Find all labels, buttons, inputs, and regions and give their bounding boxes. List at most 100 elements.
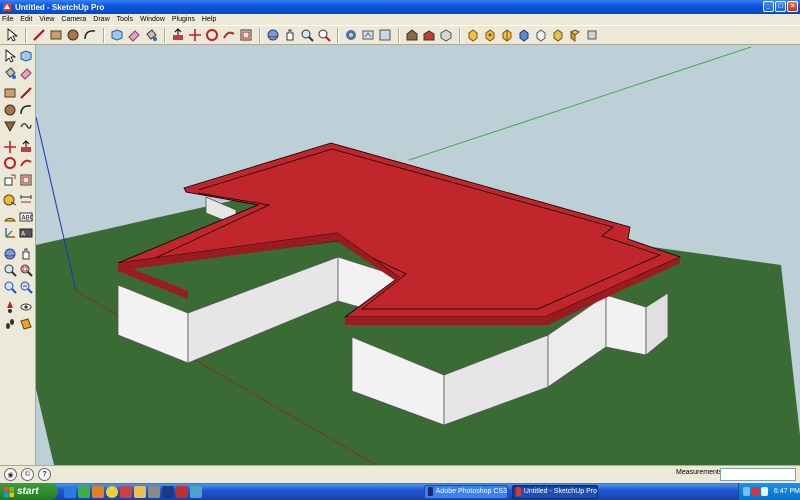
- arc-icon[interactable]: [82, 27, 98, 43]
- zoom-extents-icon[interactable]: [2, 279, 18, 295]
- orbit-icon[interactable]: [265, 27, 281, 43]
- previous-view-icon[interactable]: [18, 279, 34, 295]
- zoom-window-icon[interactable]: [18, 262, 34, 278]
- rectangle-icon[interactable]: [2, 85, 18, 101]
- media-icon[interactable]: [92, 485, 104, 498]
- make-component-icon[interactable]: [18, 48, 34, 64]
- rotate-icon[interactable]: [2, 155, 18, 171]
- menu-view[interactable]: View: [39, 16, 54, 23]
- polygon-icon[interactable]: [2, 118, 18, 134]
- view-front-icon[interactable]: [584, 27, 600, 43]
- svg-text:ABC: ABC: [22, 214, 34, 221]
- model-viewport[interactable]: [36, 45, 800, 465]
- tape-measure-icon[interactable]: [2, 192, 18, 208]
- move-icon[interactable]: [187, 27, 203, 43]
- maximize-button[interactable]: □: [775, 1, 786, 12]
- measurements-field[interactable]: [720, 468, 796, 481]
- push-pull-icon[interactable]: [170, 27, 186, 43]
- volume-tray-icon[interactable]: [760, 487, 768, 496]
- follow-me-icon[interactable]: [18, 155, 34, 171]
- paint-bucket-icon[interactable]: [143, 27, 159, 43]
- line-icon[interactable]: [18, 85, 34, 101]
- get-models-icon[interactable]: [343, 27, 359, 43]
- photoshop-quick-icon[interactable]: [162, 485, 174, 498]
- position-camera-icon[interactable]: [2, 299, 18, 315]
- extra-quick-icon[interactable]: [190, 485, 202, 498]
- folder-icon[interactable]: [134, 485, 146, 498]
- view-iso-icon[interactable]: [550, 27, 566, 43]
- circle-icon[interactable]: [2, 102, 18, 118]
- text-icon[interactable]: ABC: [18, 209, 34, 225]
- offset-icon[interactable]: [238, 27, 254, 43]
- section-plane-icon[interactable]: [18, 316, 34, 332]
- rotate-icon[interactable]: [204, 27, 220, 43]
- clock[interactable]: 6:47 PM: [774, 488, 800, 495]
- menu-edit[interactable]: Edit: [20, 16, 32, 23]
- share-model-icon[interactable]: [360, 27, 376, 43]
- style-textured-icon[interactable]: [516, 27, 532, 43]
- eraser-icon[interactable]: [18, 65, 34, 81]
- orbit-icon[interactable]: [2, 246, 18, 262]
- menu-file[interactable]: File: [2, 16, 13, 23]
- offset-icon[interactable]: [18, 172, 34, 188]
- title-bar[interactable]: Untitled - SketchUp Pro _ □ ×: [0, 0, 800, 14]
- style-wireframe-icon[interactable]: [465, 27, 481, 43]
- select-icon[interactable]: [4, 27, 20, 43]
- style-monochrome-icon[interactable]: [533, 27, 549, 43]
- components-icon[interactable]: [404, 27, 420, 43]
- freehand-icon[interactable]: [18, 118, 34, 134]
- zoom-icon[interactable]: [299, 27, 315, 43]
- view-top-icon[interactable]: [567, 27, 583, 43]
- line-icon[interactable]: [31, 27, 47, 43]
- rectangle-icon[interactable]: [48, 27, 64, 43]
- arc-icon[interactable]: [18, 102, 34, 118]
- zoom-icon[interactable]: [2, 262, 18, 278]
- get-photo-texture-icon[interactable]: [377, 27, 393, 43]
- move-icon[interactable]: [2, 139, 18, 155]
- walk-icon[interactable]: [2, 316, 18, 332]
- menu-help[interactable]: Help: [202, 16, 216, 23]
- style-shaded-icon[interactable]: [499, 27, 515, 43]
- make-component-icon[interactable]: [109, 27, 125, 43]
- start-button[interactable]: start: [0, 483, 58, 500]
- menu-draw[interactable]: Draw: [93, 16, 109, 23]
- push-pull-icon[interactable]: [18, 139, 34, 155]
- style-xray-icon[interactable]: [438, 27, 454, 43]
- sketchup-quick-icon[interactable]: [176, 485, 188, 498]
- menu-window[interactable]: Window: [140, 16, 165, 23]
- circle-icon[interactable]: [65, 27, 81, 43]
- browser-icon[interactable]: [64, 485, 76, 498]
- geolocation-icon[interactable]: ◉: [4, 468, 17, 481]
- pan-icon[interactable]: [282, 27, 298, 43]
- close-button[interactable]: ×: [787, 1, 798, 12]
- task-sketchup[interactable]: Untitled - SketchUp Pro: [512, 484, 598, 499]
- zoom-extents-icon[interactable]: [316, 27, 332, 43]
- follow-me-icon[interactable]: [221, 27, 237, 43]
- task-sketchup-label: Untitled - SketchUp Pro: [523, 488, 597, 495]
- pan-icon[interactable]: [18, 246, 34, 262]
- paint-bucket-icon[interactable]: [2, 65, 18, 81]
- menu-tools[interactable]: Tools: [117, 16, 133, 23]
- help-icon[interactable]: ?: [38, 468, 51, 481]
- antivirus-tray-icon[interactable]: [751, 487, 759, 496]
- minimize-button[interactable]: _: [763, 1, 774, 12]
- style-hidden-line-icon[interactable]: [482, 27, 498, 43]
- dimension-icon[interactable]: [18, 192, 34, 208]
- warehouse-icon[interactable]: [421, 27, 437, 43]
- scale-icon[interactable]: [2, 172, 18, 188]
- protractor-icon[interactable]: [2, 209, 18, 225]
- smiley-icon[interactable]: [106, 485, 118, 498]
- look-around-icon[interactable]: [18, 299, 34, 315]
- menu-plugins[interactable]: Plugins: [172, 16, 195, 23]
- tool-icon[interactable]: [148, 485, 160, 498]
- axes-icon[interactable]: [2, 225, 18, 241]
- credits-icon[interactable]: ©: [21, 468, 34, 481]
- task-photoshop[interactable]: Adobe Photoshop CS3: [424, 484, 508, 499]
- menu-camera[interactable]: Camera: [61, 16, 86, 23]
- select-icon[interactable]: [2, 48, 18, 64]
- eraser-icon[interactable]: [126, 27, 142, 43]
- 3d-text-icon[interactable]: A: [18, 225, 34, 241]
- network-tray-icon[interactable]: [743, 487, 750, 496]
- chat-icon[interactable]: [120, 485, 132, 498]
- messenger-icon[interactable]: [78, 485, 90, 498]
